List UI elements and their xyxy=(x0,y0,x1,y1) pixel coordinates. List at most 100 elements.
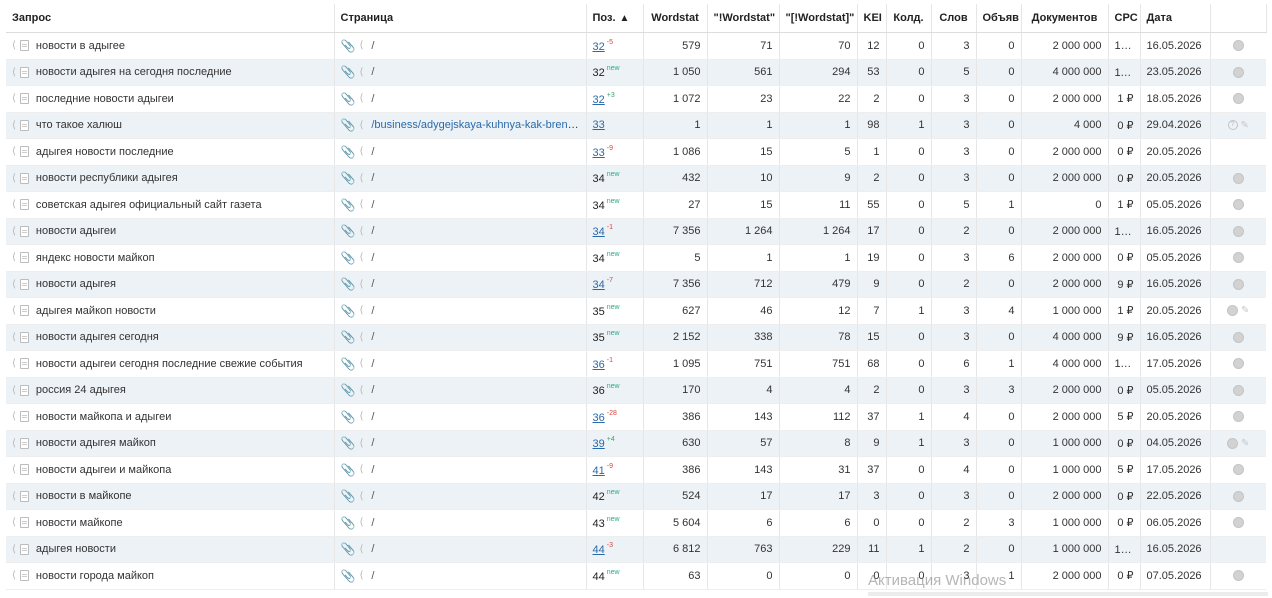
paperclip-icon[interactable]: 📎 xyxy=(341,436,356,450)
sort-ascending-icon[interactable]: ▲ xyxy=(620,13,630,24)
document-icon[interactable] xyxy=(19,358,29,370)
share-icon[interactable]: ⟨ xyxy=(359,411,363,422)
column-header-competitors[interactable]: Колд. xyxy=(886,4,932,33)
document-icon[interactable] xyxy=(19,40,29,52)
table-row[interactable]: ⟨ новости адыгея сегодня 📎 ⟨/ 35 new 2 152 … xyxy=(6,324,1266,351)
column-header-position[interactable]: Поз. ▲ xyxy=(586,4,644,33)
position-value[interactable]: 39 xyxy=(593,438,605,450)
share-icon[interactable]: ⟨ xyxy=(12,305,16,316)
document-icon[interactable] xyxy=(19,225,29,237)
paperclip-icon[interactable]: 📎 xyxy=(341,39,356,53)
page-link[interactable]: / xyxy=(371,172,374,184)
globe-icon[interactable] xyxy=(1227,305,1239,317)
globe-icon[interactable] xyxy=(1232,199,1244,211)
table-row[interactable]: ⟨ новости города майкоп 📎 ⟨/ 44 new 63 0 0 … xyxy=(6,562,1266,590)
globe-icon[interactable] xyxy=(1232,464,1244,476)
share-icon[interactable]: ⟨ xyxy=(12,438,16,449)
page-link[interactable]: / xyxy=(371,305,374,317)
paperclip-icon[interactable]: 📎 xyxy=(341,542,356,556)
column-header-query[interactable]: Запрос xyxy=(6,4,335,33)
pencil-icon[interactable]: ✎ xyxy=(1241,305,1249,316)
page-link[interactable]: / xyxy=(371,570,374,582)
paperclip-icon[interactable]: 📎 xyxy=(341,171,356,185)
document-icon[interactable] xyxy=(19,252,29,264)
share-icon[interactable]: ⟨ xyxy=(12,464,16,475)
column-header-page[interactable]: Страница xyxy=(334,4,587,33)
page-link[interactable]: / xyxy=(371,384,374,396)
column-header-kei[interactable]: KEI xyxy=(857,4,887,33)
document-icon[interactable] xyxy=(19,570,29,582)
share-icon[interactable]: ⟨ xyxy=(12,93,16,104)
globe-icon[interactable] xyxy=(1232,490,1244,502)
document-icon[interactable] xyxy=(19,172,29,184)
column-header-date[interactable]: Дата xyxy=(1140,4,1211,33)
paperclip-icon[interactable]: 📎 xyxy=(341,92,356,106)
position-value[interactable]: 41 xyxy=(593,465,605,477)
paperclip-icon[interactable]: 📎 xyxy=(341,410,356,424)
share-icon[interactable]: ⟨ xyxy=(359,226,363,237)
share-icon[interactable]: ⟨ xyxy=(359,120,363,131)
paperclip-icon[interactable]: 📎 xyxy=(341,277,356,291)
share-icon[interactable]: ⟨ xyxy=(359,570,363,581)
share-icon[interactable]: ⟨ xyxy=(12,40,16,51)
share-icon[interactable]: ⟨ xyxy=(12,173,16,184)
share-icon[interactable]: ⟨ xyxy=(359,544,363,555)
page-link[interactable]: / xyxy=(371,490,374,502)
page-link[interactable]: / xyxy=(371,543,374,555)
page-link[interactable]: / xyxy=(371,146,374,158)
paperclip-icon[interactable]: 📎 xyxy=(341,516,356,530)
share-icon[interactable]: ⟨ xyxy=(359,438,363,449)
document-icon[interactable] xyxy=(19,437,29,449)
position-value[interactable]: 34 xyxy=(593,279,605,291)
document-icon[interactable] xyxy=(19,146,29,158)
column-header-wordstat[interactable]: Wordstat xyxy=(643,4,708,33)
share-icon[interactable]: ⟨ xyxy=(359,332,363,343)
document-icon[interactable] xyxy=(19,66,29,78)
globe-icon[interactable] xyxy=(1232,93,1244,105)
share-icon[interactable]: ⟨ xyxy=(12,146,16,157)
table-row[interactable]: ⟨ новости в майкопе 📎 ⟨/ 42 new 524 17 17 3… xyxy=(6,483,1266,510)
share-icon[interactable]: ⟨ xyxy=(359,67,363,78)
page-link[interactable]: /business/adygejskaya-kuhnya-kak-brend..… xyxy=(371,119,583,131)
share-icon[interactable]: ⟨ xyxy=(12,491,16,502)
share-icon[interactable]: ⟨ xyxy=(12,544,16,555)
share-icon[interactable]: ⟨ xyxy=(359,385,363,396)
document-icon[interactable] xyxy=(19,199,29,211)
paperclip-icon[interactable]: 📎 xyxy=(341,145,356,159)
page-link[interactable]: / xyxy=(371,437,374,449)
table-row[interactable]: ⟨ новости майкопа и адыгеи 📎 ⟨/ 36 -28 386 … xyxy=(6,403,1266,431)
column-header-words[interactable]: Слов xyxy=(931,4,977,33)
globe-icon[interactable] xyxy=(1232,172,1244,184)
globe-icon[interactable] xyxy=(1232,225,1244,237)
share-icon[interactable]: ⟨ xyxy=(12,517,16,528)
globe-icon[interactable] xyxy=(1232,517,1244,529)
page-link[interactable]: / xyxy=(371,93,374,105)
globe-icon[interactable] xyxy=(1232,384,1244,396)
share-icon[interactable]: ⟨ xyxy=(359,358,363,369)
column-header-exact-wordstat[interactable]: "[!Wordstat]" xyxy=(779,4,858,33)
document-icon[interactable] xyxy=(19,517,29,529)
page-link[interactable]: / xyxy=(371,358,374,370)
page-link[interactable]: / xyxy=(371,411,374,423)
globe-icon[interactable] xyxy=(1232,570,1244,582)
table-row[interactable]: ⟨ адыгея майкоп новости 📎 ⟨/ 35 new 627 46 … xyxy=(6,297,1266,325)
page-link[interactable]: / xyxy=(371,225,374,237)
globe-icon[interactable] xyxy=(1232,66,1244,78)
document-icon[interactable] xyxy=(19,278,29,290)
position-value[interactable]: 34 xyxy=(593,226,605,238)
table-row[interactable]: ⟨ новости адыгея майкоп 📎 ⟨/ 39 +4 630 57 8… xyxy=(6,430,1266,457)
table-row[interactable]: ⟨ последние новости адыгеи 📎 ⟨/ 32 +3 1 072… xyxy=(6,85,1266,113)
column-header-ads[interactable]: Объяв xyxy=(976,4,1022,33)
pencil-icon[interactable]: ✎ xyxy=(1241,438,1249,449)
table-row[interactable]: ⟨ яндекс новости майкоп 📎 ⟨/ 34 new 5 1 1 1… xyxy=(6,244,1266,272)
table-row[interactable]: ⟨ советская адыгея официальный сайт газет… xyxy=(6,191,1266,219)
paperclip-icon[interactable]: 📎 xyxy=(341,383,356,397)
share-icon[interactable]: ⟨ xyxy=(359,40,363,51)
position-value[interactable]: 44 xyxy=(593,544,605,556)
table-row[interactable]: ⟨ новости адыгея на сегодня последние 📎 ⟨ /… xyxy=(6,59,1266,86)
table-row[interactable]: ⟨ новости адыгеи 📎 ⟨/ 34 -1 7 356 1 264 1 2… xyxy=(6,218,1266,245)
page-link[interactable]: / xyxy=(371,40,374,52)
document-icon[interactable] xyxy=(19,464,29,476)
share-icon[interactable]: ⟨ xyxy=(12,279,16,290)
page-link[interactable]: / xyxy=(371,331,374,343)
